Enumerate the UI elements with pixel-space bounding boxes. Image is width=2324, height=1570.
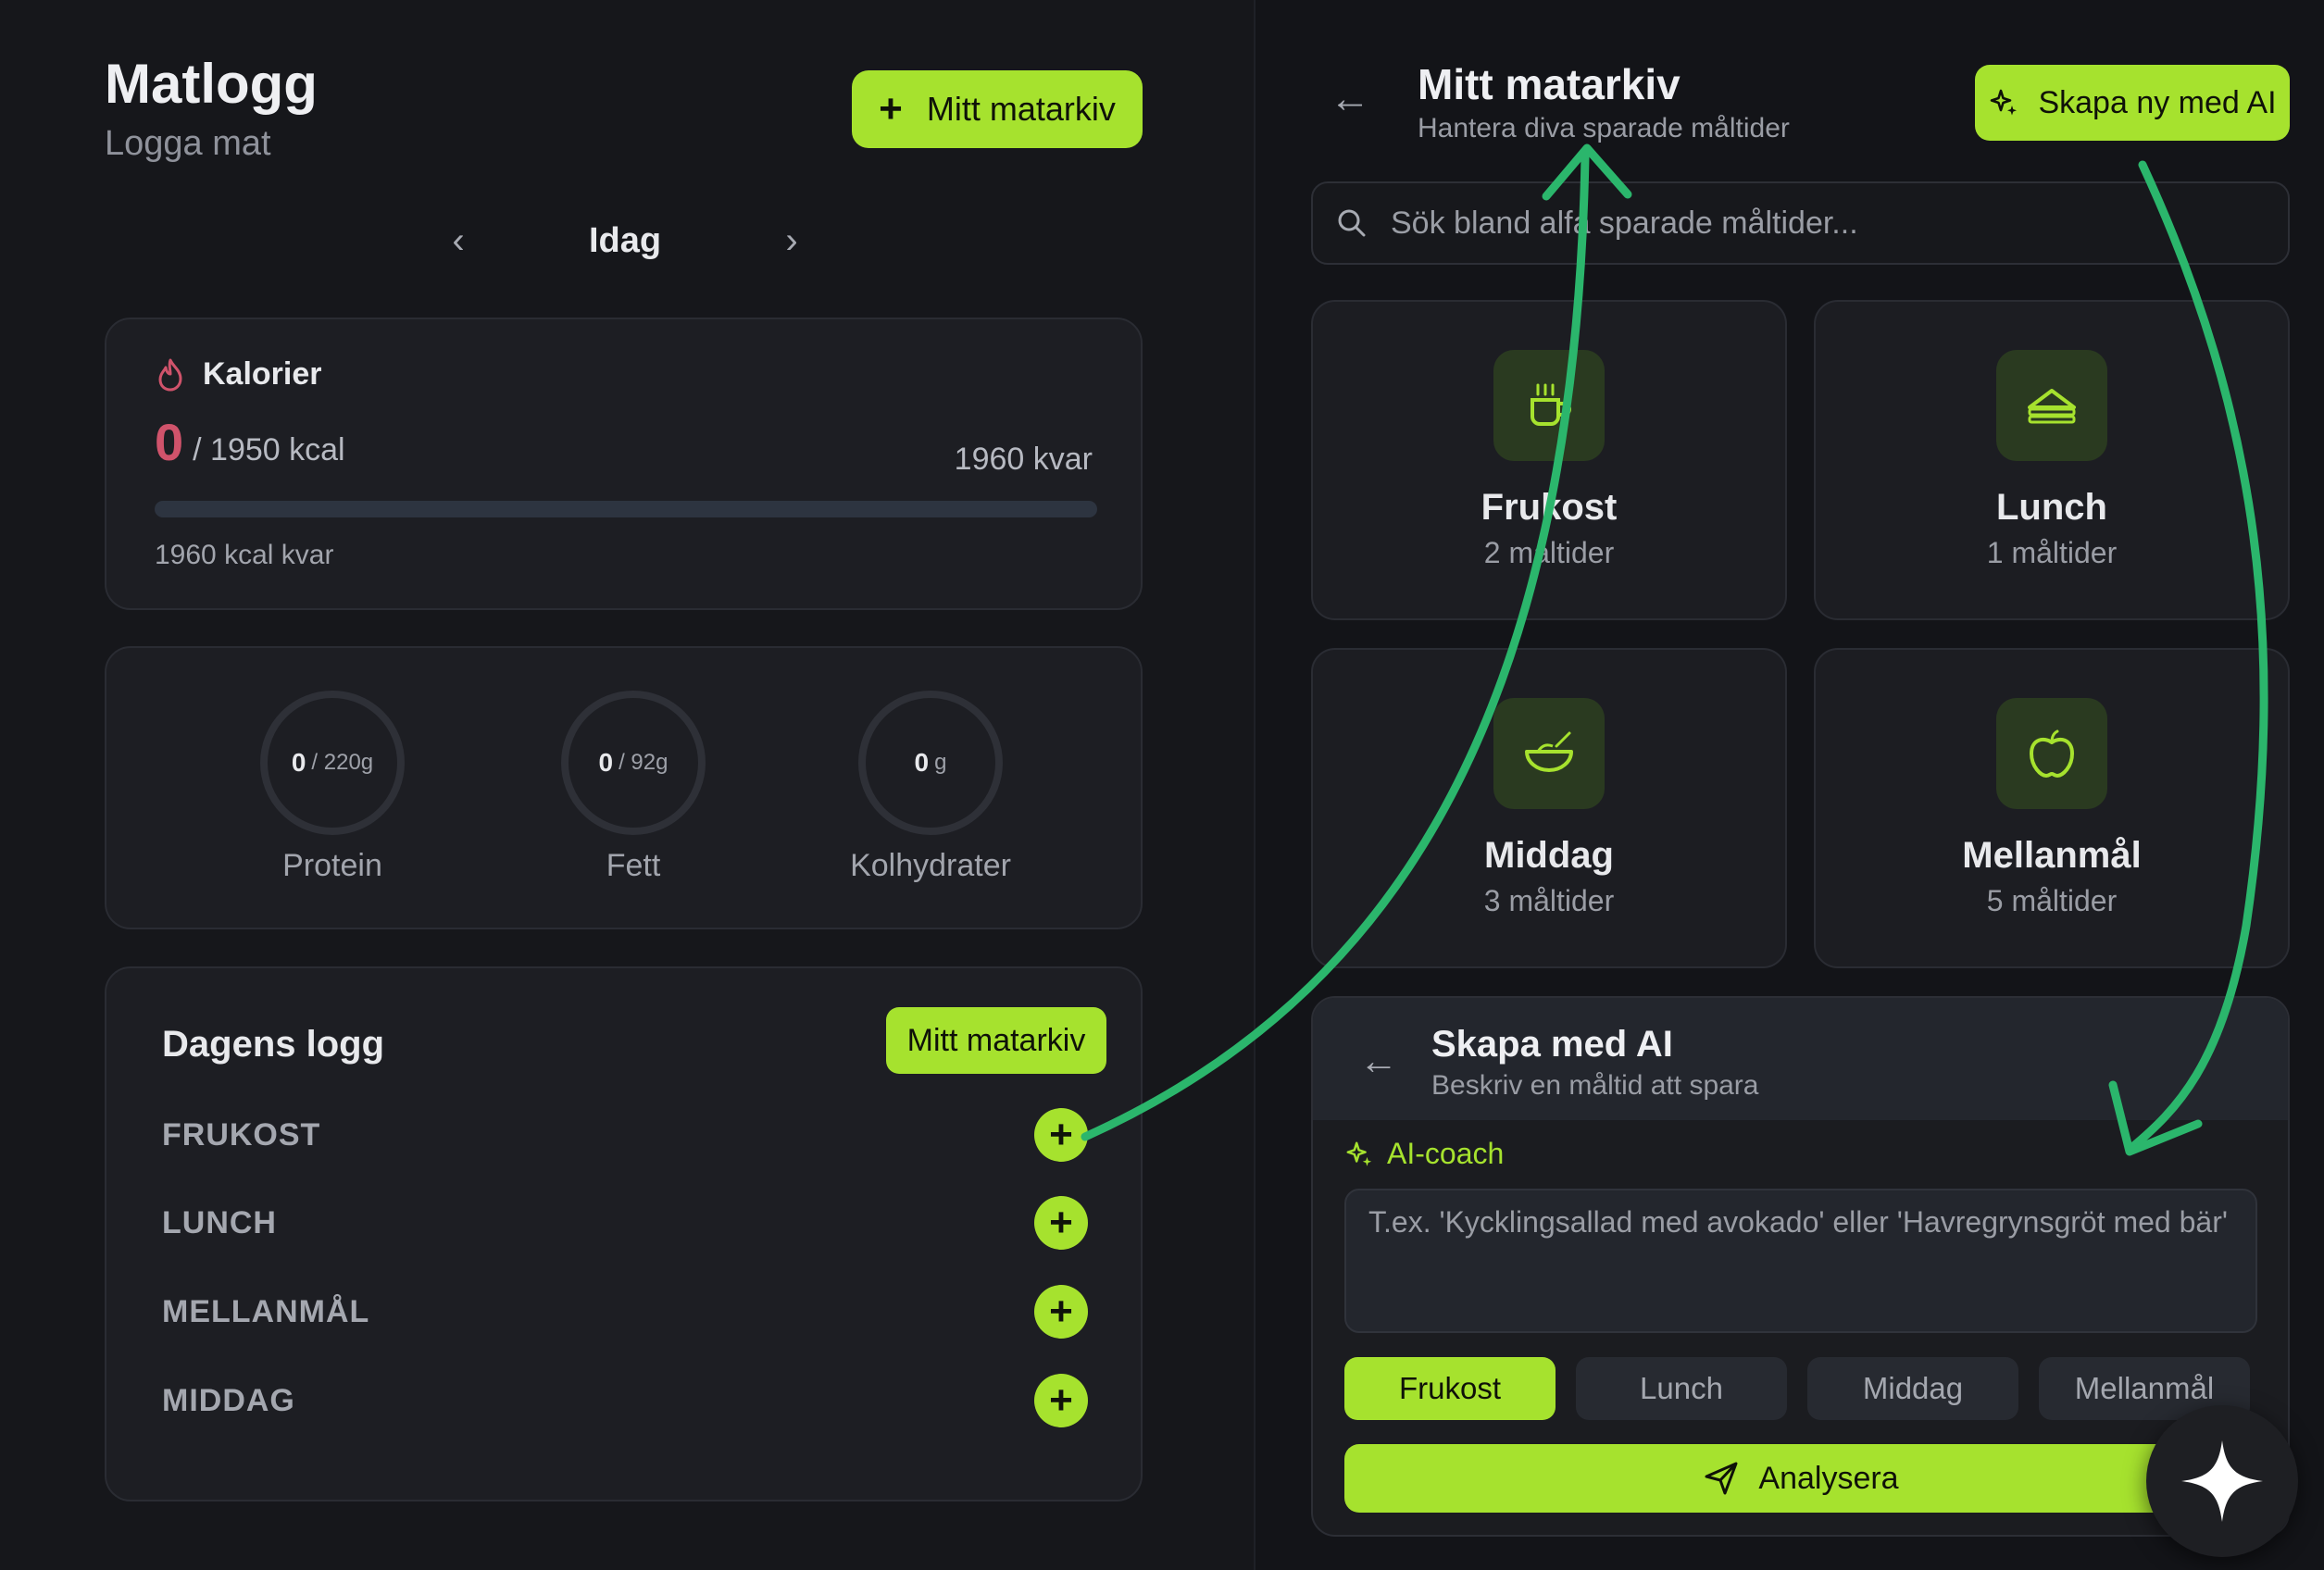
- date-navigator: ‹ Idag ›: [435, 213, 815, 268]
- log-row-label: LUNCH: [162, 1204, 277, 1240]
- archive-subtitle: Hantera diva sparade måltider: [1418, 113, 1790, 143]
- category-count: 3 måltider: [1483, 884, 1615, 917]
- category-count: 2 måltider: [1483, 536, 1615, 569]
- calories-consumed: 0: [155, 413, 184, 471]
- category-card-lunch[interactable]: Lunch 1 måltider: [1814, 300, 2290, 620]
- page-title: Matlogg: [105, 53, 318, 115]
- category-name: Frukost: [1481, 487, 1618, 528]
- protein-value: 0: [291, 748, 306, 777]
- meal-description-input[interactable]: [1367, 1203, 2239, 1322]
- calories-goal: / 1950 kcal: [193, 432, 345, 467]
- ai-panel-subtitle: Beskriv en måltid att spara: [1431, 1070, 1759, 1101]
- sparkle-icon: [1991, 89, 2018, 116]
- fat-unit: / 92g: [618, 750, 668, 775]
- category-card-snack[interactable]: Mellanmål 5 måltider: [1814, 648, 2290, 968]
- ai-assistant-fab[interactable]: [2146, 1405, 2298, 1557]
- macros-card: 0 / 220g Protein 0 / 92g Fett 0 g Kolhyd…: [105, 646, 1143, 929]
- food-archive-pane: ← Mitt matarkiv Hantera diva sparade mål…: [1256, 0, 2324, 1570]
- log-row-breakfast: FRUKOST +: [162, 1107, 1088, 1163]
- category-count: 5 måltider: [1986, 884, 2118, 917]
- my-food-archive-button[interactable]: + Mitt matarkiv: [852, 70, 1143, 148]
- flame-icon: [158, 358, 182, 391]
- meal-description-box: [1344, 1189, 2257, 1333]
- segment-breakfast[interactable]: Frukost: [1344, 1357, 1556, 1420]
- log-row-label: FRUKOST: [162, 1116, 321, 1153]
- calories-card: Kalorier 0 / 1950 kcal 1960 kvar 1960 kc…: [105, 318, 1143, 610]
- daily-log-title: Dagens logg: [162, 1024, 385, 1065]
- fat-value: 0: [598, 748, 614, 777]
- protein-ring: 0 / 220g: [260, 691, 405, 835]
- chevron-left-icon[interactable]: ‹: [435, 220, 481, 262]
- macro-carbs: 0 g Kolhydrater: [819, 691, 1042, 884]
- category-name: Middag: [1484, 835, 1614, 876]
- back-arrow-icon[interactable]: ←: [1359, 1039, 1398, 1083]
- category-name: Lunch: [1996, 487, 2107, 528]
- sparkle-icon: [2181, 1440, 2263, 1522]
- calories-label: Kalorier: [203, 356, 322, 392]
- sparkle-icon: [1346, 1141, 1372, 1166]
- my-food-archive-button-label: Mitt matarkiv: [926, 90, 1116, 128]
- segment-dinner[interactable]: Middag: [1807, 1357, 2018, 1420]
- category-card-dinner[interactable]: Middag 3 måltider: [1311, 648, 1787, 968]
- category-name: Mellanmål: [1962, 835, 2142, 876]
- create-with-ai-button[interactable]: Skapa ny med AI: [1975, 65, 2290, 141]
- log-row-label: MELLANMÅL: [162, 1293, 370, 1329]
- ai-panel-title: Skapa med AI: [1431, 1024, 1673, 1065]
- macro-fat: 0 / 92g Fett: [522, 691, 744, 884]
- archive-search-input[interactable]: [1389, 204, 2281, 243]
- calories-value: 0 / 1950 kcal: [155, 412, 345, 472]
- calories-remaining: 1960 kvar: [954, 442, 1093, 477]
- create-with-ai-panel: ← Skapa med AI Beskriv en måltid att spa…: [1311, 996, 2290, 1537]
- back-arrow-icon[interactable]: ←: [1330, 76, 1370, 122]
- sandwich-icon: [1996, 350, 2107, 461]
- fat-label: Fett: [606, 848, 661, 883]
- bowl-icon: [1493, 698, 1605, 809]
- coffee-cup-icon: [1493, 350, 1605, 461]
- search-icon: [1338, 209, 1366, 237]
- archive-title: Mitt matarkiv: [1418, 60, 1681, 108]
- log-row-dinner: MIDDAG +: [162, 1373, 1088, 1428]
- add-dinner-button[interactable]: +: [1034, 1374, 1088, 1427]
- segment-lunch[interactable]: Lunch: [1576, 1357, 1787, 1420]
- carbs-label: Kolhydrater: [850, 848, 1011, 883]
- daily-log-archive-button[interactable]: Mitt matarkiv: [886, 1007, 1106, 1074]
- plus-icon: +: [879, 86, 903, 131]
- page-subtitle: Logga mat: [105, 124, 271, 163]
- ai-coach-label: AI-coach: [1344, 1137, 1504, 1171]
- add-snack-button[interactable]: +: [1034, 1285, 1088, 1339]
- calories-header: Kalorier: [156, 356, 322, 392]
- calories-note: 1960 kcal kvar: [155, 540, 334, 570]
- macro-protein: 0 / 220g Protein: [221, 691, 444, 884]
- archive-search: [1311, 181, 2290, 265]
- log-row-lunch: LUNCH +: [162, 1195, 1088, 1251]
- add-breakfast-button[interactable]: +: [1034, 1108, 1088, 1162]
- create-with-ai-label: Skapa ny med AI: [2038, 84, 2277, 120]
- log-row-snack: MELLANMÅL +: [162, 1284, 1088, 1339]
- carbs-ring: 0 g: [858, 691, 1003, 835]
- carbs-value: 0: [914, 748, 930, 777]
- carbs-unit: g: [934, 750, 947, 775]
- analyze-button-label: Analysera: [1758, 1460, 1899, 1496]
- category-card-breakfast[interactable]: Frukost 2 måltider: [1311, 300, 1787, 620]
- protein-unit: / 220g: [311, 750, 374, 775]
- category-count: 1 måltider: [1986, 536, 2118, 569]
- chevron-right-icon[interactable]: ›: [768, 220, 815, 262]
- protein-label: Protein: [282, 848, 382, 883]
- calories-progress-bar: [155, 501, 1097, 517]
- apple-icon: [1996, 698, 2107, 809]
- fat-ring: 0 / 92g: [561, 691, 706, 835]
- analyze-button[interactable]: Analysera: [1344, 1444, 2257, 1513]
- daily-log-card: Dagens logg Mitt matarkiv FRUKOST + LUNC…: [105, 966, 1143, 1501]
- ai-coach-text: AI-coach: [1387, 1137, 1505, 1170]
- date-label: Idag: [588, 220, 662, 260]
- log-row-label: MIDDAG: [162, 1382, 295, 1418]
- send-icon: [1705, 1462, 1738, 1495]
- ai-panel-header: ← Skapa med AI Beskriv en måltid att spa…: [1313, 998, 2288, 1120]
- food-log-pane: Matlogg Logga mat + Mitt matarkiv ‹ Idag…: [0, 0, 1254, 1570]
- add-lunch-button[interactable]: +: [1034, 1196, 1088, 1250]
